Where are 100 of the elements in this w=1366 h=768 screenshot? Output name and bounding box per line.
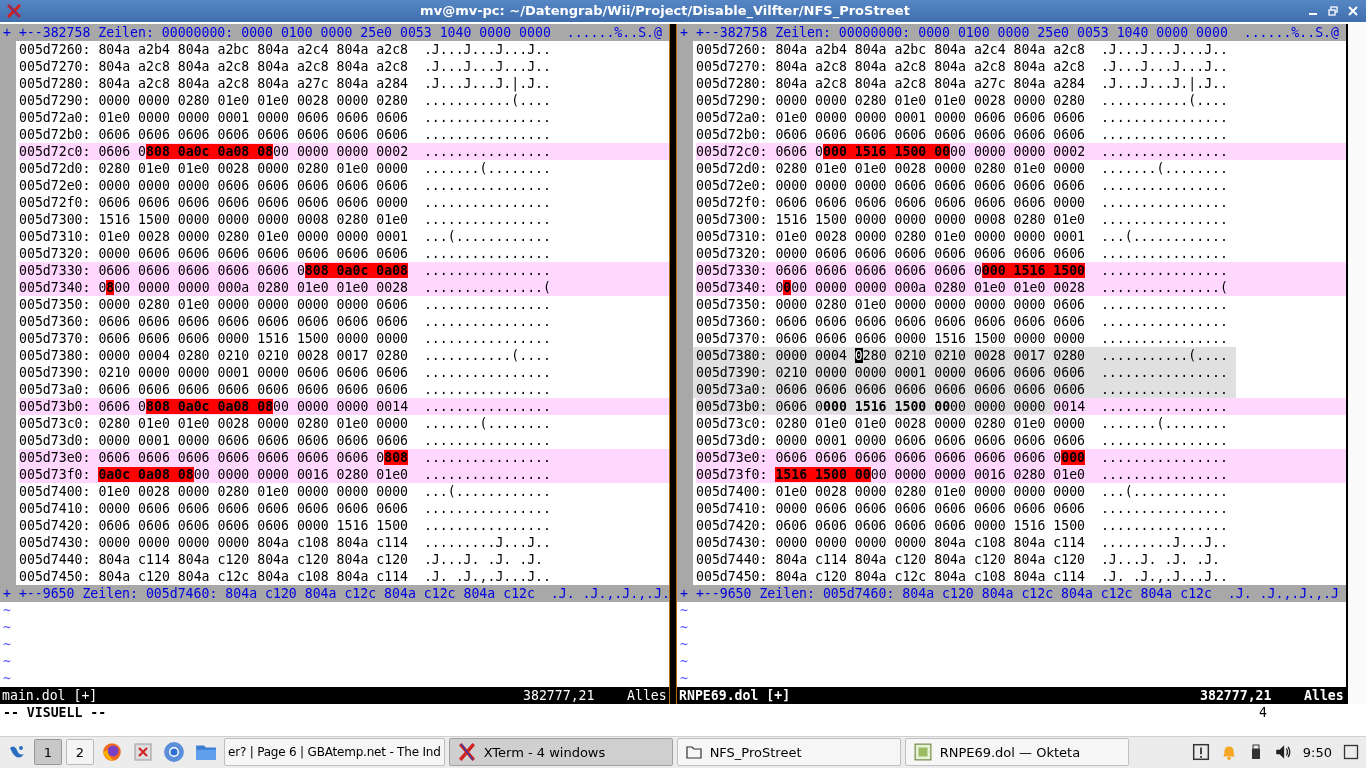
hex-text: 005d73f0: bbox=[19, 466, 92, 482]
filler-tilde: ~ bbox=[3, 636, 11, 652]
hex-text: 005d72e0: 0000 0000 0000 0606 0606 0606 0606 0606 bbox=[19, 177, 409, 193]
hex-text: 005d7350: 0000 0280 01e0 0000 0000 0000 0000 0606 bbox=[19, 296, 409, 312]
close-app-icon[interactable] bbox=[133, 742, 153, 763]
hex-text: 005d7280: 804a a2c8 804a a2c8 804a a27c 804a a284 bbox=[696, 75, 1086, 91]
hex-text: 005d73a0: 0606 0606 0606 0606 0606 0606 0606 0606 bbox=[19, 381, 409, 397]
selected-text: 005d73b0: 0606 0 bbox=[696, 398, 824, 414]
ascii-text: ................ bbox=[1100, 176, 1228, 194]
cursor-position: 382777,21 bbox=[1200, 686, 1273, 704]
ascii-text: ................ bbox=[1100, 516, 1228, 534]
ascii-text: .J...J. .J. .J. bbox=[423, 550, 543, 568]
hex-text: 005d7360: 0606 0606 0606 0606 0606 0606 0606 0606 bbox=[19, 313, 409, 329]
ascii-text: ...(............ bbox=[1100, 227, 1228, 245]
ascii-text: ................ bbox=[423, 108, 551, 126]
ascii-text: ................ bbox=[1100, 142, 1228, 160]
ascii-text: .........J...J.. bbox=[423, 533, 551, 551]
hex-text: 005d73d0: 0000 0001 0000 0606 0606 0606 0606 0606 bbox=[19, 432, 409, 448]
text-cursor: 0 bbox=[854, 347, 863, 363]
filler-tilde: ~ bbox=[3, 670, 11, 686]
filler-tilde: ~ bbox=[3, 653, 11, 669]
ascii-text: ................ bbox=[1100, 244, 1228, 262]
ascii-text: ................ bbox=[423, 312, 551, 330]
notification-icon[interactable] bbox=[1191, 743, 1210, 762]
hex-text: 005d7270: 804a a2c8 804a a2c8 804a a2c8 804a a2c8 bbox=[696, 58, 1086, 74]
hex-text: 005d72f0: 0606 0606 0606 0606 0606 0606 0606 0000 bbox=[19, 194, 409, 210]
hex-text: 005d7380: 0000 0004 0280 0210 0210 0028 0017 0280 bbox=[19, 347, 409, 363]
ascii-text: .J. .J.,.J...J.. bbox=[1100, 567, 1228, 585]
changed-bytes: 808 0a0c 0a08 08 bbox=[146, 398, 274, 414]
hex-text: 005d7390: 0210 0000 0000 0001 0000 0606 0606 0606 bbox=[696, 364, 1086, 380]
changed-bytes: 8 bbox=[106, 279, 115, 295]
task-button[interactable]: RNPE69.dol — Okteta bbox=[904, 738, 1129, 767]
filler-tilde: ~ bbox=[680, 653, 688, 669]
hex-text: 005d7260: 804a a2b4 804a a2bc 804a a2c4 804a a2c8 bbox=[19, 41, 409, 57]
changed-bytes: 808 0a0c 0a08 bbox=[304, 262, 409, 278]
x-logo-icon bbox=[6, 2, 22, 19]
ascii-text: ................ bbox=[423, 261, 551, 279]
hex-text: 005d7400: 01e0 0028 0000 0280 01e0 0000 0000 0000 bbox=[19, 483, 409, 499]
task-button[interactable]: NFS_ProStreet bbox=[676, 738, 901, 767]
task-button[interactable]: XTerm - 4 windows bbox=[448, 738, 673, 767]
hex-text: 00 0000 0000 0016 0280 01e0 bbox=[193, 466, 409, 482]
hex-text: 005d7300: 1516 1500 0000 0000 0000 0008 0280 01e0 bbox=[696, 211, 1086, 227]
changed-bytes: 0a0c 0a08 08 bbox=[98, 466, 194, 482]
hex-text: 005d7310: 01e0 0028 0000 0280 01e0 0000 0000 0001 bbox=[19, 228, 409, 244]
close-icon[interactable] bbox=[1348, 5, 1358, 16]
hex-text: 005d7450: 804a c120 804a c12c 804a c108 804a c114 bbox=[696, 568, 1086, 584]
scrollbar[interactable] bbox=[1346, 23, 1366, 704]
ascii-text: ................ bbox=[423, 448, 551, 466]
ascii-text: .J...J...J...J.. bbox=[1100, 57, 1228, 75]
ascii-text: ...........(.... bbox=[423, 92, 551, 109]
hex-text: 005d72a0: 01e0 0000 0000 0001 0000 0606 0606 0606 bbox=[19, 109, 409, 125]
document-icon bbox=[913, 743, 932, 762]
ascii-text: ................ bbox=[423, 176, 551, 194]
split-separator[interactable] bbox=[669, 23, 677, 704]
ascii-text: ................ bbox=[1100, 193, 1228, 211]
filler-tilde: ~ bbox=[680, 602, 688, 618]
changed-bytes: 000 1516 1500 00 bbox=[823, 143, 951, 159]
scroll-position: Alles bbox=[1304, 686, 1345, 704]
chromium-icon[interactable] bbox=[163, 741, 185, 764]
task-button[interactable]: er? | Page 6 | GBAtemp.net - The Ind bbox=[224, 738, 445, 767]
restore-icon[interactable] bbox=[1328, 5, 1338, 16]
ascii-text: ................ bbox=[1100, 363, 1228, 381]
hex-text: 005d7330: 0606 0606 0606 0606 0606 0 bbox=[696, 262, 982, 278]
fox-browser-icon[interactable] bbox=[101, 741, 123, 764]
hex-text: 005d7420: 0606 0606 0606 0606 0606 0000 1516 1500 bbox=[19, 517, 409, 533]
ascii-text: ...............( bbox=[1100, 278, 1228, 296]
x-logo-icon bbox=[457, 743, 476, 762]
ascii-text: ................ bbox=[423, 142, 551, 160]
hex-text: 00 0000 0000 000a 0280 01e0 01e0 0028 bbox=[791, 279, 1086, 295]
ascii-text: ................ bbox=[1100, 431, 1228, 449]
show-desktop-icon[interactable] bbox=[1343, 744, 1359, 761]
changed-bytes: 808 bbox=[384, 449, 409, 465]
hex-text: 005d7370: 0606 0606 0606 0000 1516 1500 0000 0000 bbox=[19, 330, 409, 346]
ascii-text: ................ bbox=[423, 363, 551, 381]
hex-text: 005d7420: 0606 0606 0606 0606 0606 0000 1516 1500 bbox=[696, 517, 1086, 533]
hex-text: 00 0000 0000 0014 bbox=[273, 398, 409, 414]
workspace-button[interactable]: 1 bbox=[34, 739, 62, 766]
ascii-text: ................ bbox=[1100, 108, 1228, 126]
hex-text: 005d7370: 0606 0606 0606 0000 1516 1500 0000 0000 bbox=[696, 330, 1086, 346]
file-name: RNPE69.dol [+] bbox=[679, 686, 792, 704]
changed-bytes: 808 0a0c 0a08 08 bbox=[146, 143, 274, 159]
ascii-text: ...........(.... bbox=[423, 346, 551, 364]
filler-tilde: ~ bbox=[3, 619, 11, 635]
ascii-text: ................ bbox=[1100, 210, 1228, 228]
ascii-text: ...........(.... bbox=[1100, 346, 1228, 364]
ascii-text: ...(............ bbox=[423, 482, 551, 500]
ascii-text: .......(........ bbox=[423, 414, 551, 432]
ascii-text: .J...J...J...J.. bbox=[423, 40, 551, 58]
workspace-button[interactable]: 2 bbox=[66, 739, 94, 766]
ascii-text: ................ bbox=[423, 295, 551, 313]
file-name: main.dol [+] bbox=[2, 686, 99, 704]
hex-text: 005d72b0: 0606 0606 0606 0606 0606 0606 0606 0606 bbox=[19, 126, 409, 142]
selected-changed-bytes: 000 1516 1500 00 bbox=[823, 398, 951, 414]
changed-bytes: 000 1516 1500 bbox=[981, 262, 1086, 278]
hex-text: 00 0000 0000 0016 0280 01e0 bbox=[870, 466, 1086, 482]
folder-icon bbox=[685, 744, 702, 761]
ascii-text: ................ bbox=[1100, 397, 1228, 415]
ascii-text: ...(............ bbox=[423, 227, 551, 245]
ascii-text: ................ bbox=[423, 329, 551, 347]
ascii-text: .J...J...J...J.. bbox=[423, 57, 551, 75]
